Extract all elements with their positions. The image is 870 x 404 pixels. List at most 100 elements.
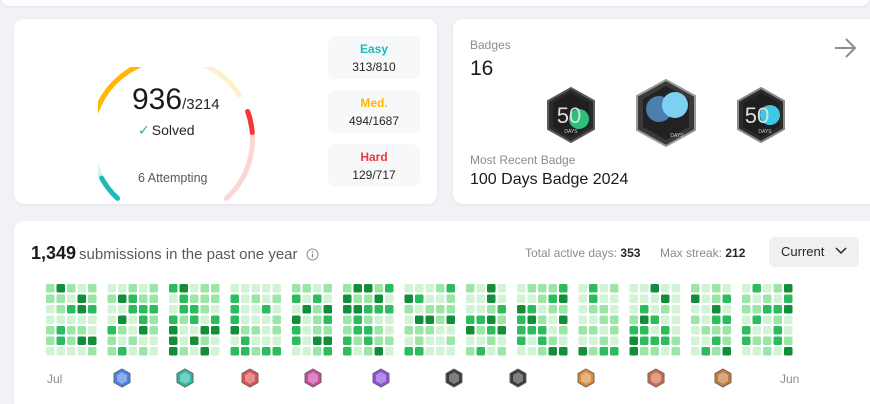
heatmap-cell[interactable] <box>139 336 148 346</box>
monthly-badge-icon[interactable] <box>647 368 665 388</box>
heatmap-cell[interactable] <box>712 305 721 314</box>
heatmap-cell[interactable] <box>169 305 178 314</box>
heatmap-cell[interactable] <box>404 336 414 346</box>
heatmap-cell[interactable] <box>149 347 159 356</box>
heatmap-cell[interactable] <box>262 284 271 293</box>
heatmap-cell[interactable] <box>446 347 456 356</box>
heatmap-cell[interactable] <box>497 305 507 314</box>
heatmap-cell[interactable] <box>487 326 496 335</box>
heatmap-cell[interactable] <box>364 284 373 293</box>
heatmap-cell[interactable] <box>661 336 670 346</box>
heatmap-cell[interactable] <box>404 315 414 325</box>
heatmap-cell[interactable] <box>589 326 598 335</box>
heatmap-cell[interactable] <box>415 336 424 346</box>
heatmap-cell[interactable] <box>211 326 220 335</box>
heatmap-cell[interactable] <box>251 315 261 325</box>
heatmap-cell[interactable] <box>67 284 76 293</box>
heatmap-cell[interactable] <box>640 315 649 325</box>
heatmap-cell[interactable] <box>385 284 394 293</box>
heatmap-cell[interactable] <box>742 315 751 325</box>
heatmap-cell[interactable] <box>742 284 751 293</box>
heatmap-cell[interactable] <box>128 294 138 304</box>
heatmap-cell[interactable] <box>56 315 66 325</box>
heatmap-cell[interactable] <box>671 315 681 325</box>
heatmap-cell[interactable] <box>784 284 793 293</box>
heatmap-cell[interactable] <box>763 294 772 304</box>
monthly-badge-icon[interactable] <box>577 368 595 388</box>
heatmap-cell[interactable] <box>599 326 609 335</box>
heatmap-cell[interactable] <box>691 326 700 335</box>
heatmap-cell[interactable] <box>466 336 475 346</box>
heatmap-cell[interactable] <box>773 326 783 335</box>
heatmap-cell[interactable] <box>773 336 783 346</box>
heatmap-cell[interactable] <box>497 294 507 304</box>
heatmap-cell[interactable] <box>200 347 210 356</box>
heatmap-cell[interactable] <box>107 347 117 356</box>
heatmap-cell[interactable] <box>752 305 762 314</box>
heatmap-cell[interactable] <box>88 336 97 346</box>
heatmap-cell[interactable] <box>292 326 301 335</box>
heatmap-cell[interactable] <box>629 347 639 356</box>
heatmap-cell[interactable] <box>56 326 66 335</box>
heatmap-cell[interactable] <box>589 336 598 346</box>
heatmap-cell[interactable] <box>691 305 700 314</box>
heatmap-cell[interactable] <box>487 294 496 304</box>
heatmap-cell[interactable] <box>139 294 148 304</box>
heatmap-cell[interactable] <box>262 326 271 335</box>
heatmap-cell[interactable] <box>446 315 456 325</box>
heatmap-cell[interactable] <box>599 347 609 356</box>
heatmap-cell[interactable] <box>610 347 619 356</box>
heatmap-cell[interactable] <box>211 315 220 325</box>
heatmap-cell[interactable] <box>548 336 558 346</box>
heatmap-cell[interactable] <box>610 336 619 346</box>
heatmap-cell[interactable] <box>415 284 424 293</box>
heatmap-cell[interactable] <box>415 326 424 335</box>
heatmap-cell[interactable] <box>436 326 445 335</box>
heatmap-cell[interactable] <box>262 294 271 304</box>
heatmap-cell[interactable] <box>179 336 189 346</box>
heatmap-cell[interactable] <box>773 284 783 293</box>
heatmap-cell[interactable] <box>548 315 558 325</box>
heatmap-cell[interactable] <box>385 315 394 325</box>
heatmap-cell[interactable] <box>691 294 700 304</box>
heatmap-cell[interactable] <box>466 284 475 293</box>
heatmap-cell[interactable] <box>763 326 772 335</box>
heatmap-cell[interactable] <box>466 315 475 325</box>
monthly-badge-icon[interactable] <box>509 368 527 388</box>
heatmap-cell[interactable] <box>425 347 435 356</box>
heatmap-cell[interactable] <box>46 284 55 293</box>
medium-stat[interactable]: Med. 494/1687 <box>328 90 420 133</box>
heatmap-cell[interactable] <box>476 336 486 346</box>
heatmap-cell[interactable] <box>313 336 322 346</box>
heatmap-cell[interactable] <box>784 336 793 346</box>
heatmap-cell[interactable] <box>323 315 333 325</box>
heatmap-cell[interactable] <box>272 326 282 335</box>
heatmap-cell[interactable] <box>128 315 138 325</box>
heatmap-cell[interactable] <box>262 315 271 325</box>
heatmap-cell[interactable] <box>466 347 475 356</box>
heatmap-cell[interactable] <box>712 326 721 335</box>
heatmap-cell[interactable] <box>364 347 373 356</box>
heatmap-cell[interactable] <box>313 326 322 335</box>
heatmap-cell[interactable] <box>251 326 261 335</box>
heatmap-cell[interactable] <box>323 284 333 293</box>
heatmap-cell[interactable] <box>415 315 424 325</box>
heatmap-cell[interactable] <box>589 305 598 314</box>
heatmap-cell[interactable] <box>661 294 670 304</box>
heatmap-cell[interactable] <box>691 315 700 325</box>
heatmap-cell[interactable] <box>169 347 178 356</box>
heatmap-cell[interactable] <box>415 294 424 304</box>
heatmap-cell[interactable] <box>67 336 76 346</box>
heatmap-cell[interactable] <box>56 305 66 314</box>
heatmap-cell[interactable] <box>128 326 138 335</box>
heatmap-cell[interactable] <box>691 284 700 293</box>
heatmap-cell[interactable] <box>752 326 762 335</box>
heatmap-cell[interactable] <box>139 284 148 293</box>
heatmap-cell[interactable] <box>118 336 127 346</box>
heatmap-cell[interactable] <box>251 347 261 356</box>
heatmap-cell[interactable] <box>650 294 660 304</box>
heatmap-cell[interactable] <box>436 305 445 314</box>
heatmap-cell[interactable] <box>364 336 373 346</box>
heatmap-cell[interactable] <box>313 347 322 356</box>
heatmap-cell[interactable] <box>88 305 97 314</box>
